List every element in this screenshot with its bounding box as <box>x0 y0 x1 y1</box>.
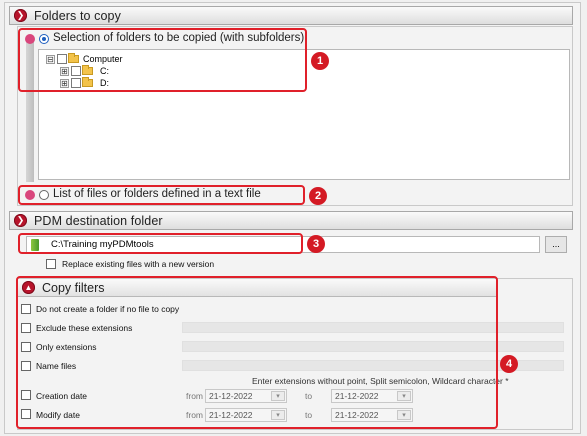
browse-button[interactable]: ... <box>545 236 567 253</box>
callout-badge-2: 2 <box>309 187 327 205</box>
folders-to-copy-title: Folders to copy <box>34 8 121 23</box>
pdm-destination-title: PDM destination folder <box>34 213 163 228</box>
callout-badge-3: 3 <box>307 235 325 253</box>
callout-box-4 <box>16 276 498 429</box>
folders-to-copy-header[interactable]: ❯ Folders to copy <box>9 6 573 25</box>
callout-box-2 <box>18 185 305 205</box>
replace-files-label[interactable]: Replace existing files with a new versio… <box>62 259 214 269</box>
callout-box-3 <box>18 233 303 254</box>
callout-box-1 <box>18 28 307 92</box>
callout-badge-1: 1 <box>311 52 329 70</box>
callout-badge-4: 4 <box>500 355 518 373</box>
replace-files-checkbox[interactable] <box>46 259 56 269</box>
chevron-right-icon[interactable]: ❯ <box>14 214 27 227</box>
chevron-right-icon[interactable]: ❯ <box>14 9 27 22</box>
pdm-destination-header[interactable]: ❯ PDM destination folder <box>9 211 573 230</box>
